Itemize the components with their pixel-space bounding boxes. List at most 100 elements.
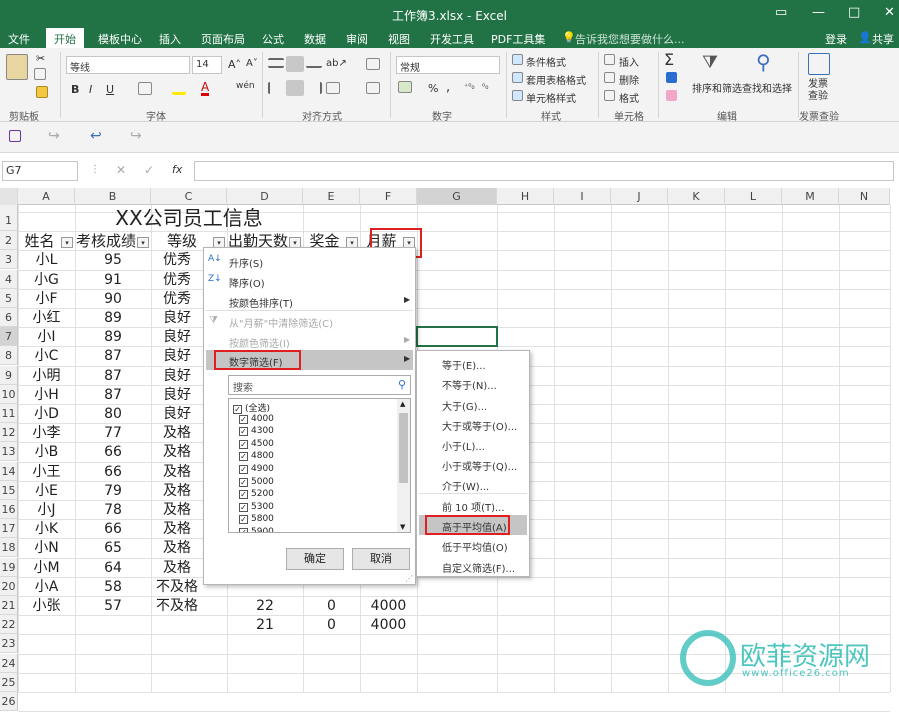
scroll-up-icon[interactable]: ▲	[400, 400, 405, 408]
tab-view[interactable]: 视图	[388, 31, 410, 47]
row-header[interactable]: 17	[0, 519, 18, 538]
cancel-icon[interactable]: ✕	[116, 163, 126, 177]
submenu-item-greater[interactable]: 大于(G)...	[442, 398, 487, 413]
submenu-item-less-equal[interactable]: 小于或等于(Q)...	[442, 458, 517, 473]
grade-cell[interactable]: 及格	[151, 520, 203, 539]
active-cell-g7[interactable]	[416, 326, 498, 347]
tell-me-search[interactable]: 告诉我您想要做什么...	[575, 31, 685, 47]
filter-checkbox-item[interactable]: ✓ 4800	[239, 451, 274, 462]
name-box[interactable]: G7	[2, 161, 78, 181]
grade-cell[interactable]: 及格	[151, 539, 203, 558]
delete-cells-button[interactable]: 删除	[619, 72, 639, 87]
column-header[interactable]: B	[75, 188, 151, 205]
score-cell[interactable]: 77	[75, 424, 151, 443]
number-format-select[interactable]: 常规	[396, 56, 500, 74]
column-header[interactable]: H	[497, 188, 554, 205]
row-header[interactable]: 1	[0, 205, 18, 231]
undo-icon[interactable]: ↩	[90, 128, 102, 144]
score-cell[interactable]: 87	[75, 386, 151, 405]
tab-formulas[interactable]: 公式	[262, 31, 284, 47]
name-cell[interactable]: 小M	[18, 559, 75, 578]
header-cell[interactable]: 考核成绩	[75, 232, 137, 251]
score-cell[interactable]: 58	[75, 578, 151, 597]
column-header[interactable]: G	[417, 188, 497, 205]
checkbox-icon[interactable]: ✓	[239, 490, 248, 500]
score-cell[interactable]: 65	[75, 539, 151, 558]
bonus-cell[interactable]: 0	[303, 597, 360, 616]
close-button[interactable]: ✕	[884, 5, 895, 20]
row-header[interactable]: 18	[0, 538, 18, 557]
row-header[interactable]: 23	[0, 634, 18, 653]
percent-button[interactable]: %	[428, 82, 438, 95]
filter-search-box[interactable]: 搜索 ⚲	[228, 375, 411, 395]
score-cell[interactable]: 57	[75, 597, 151, 616]
days-cell[interactable]: 21	[227, 616, 303, 635]
column-header[interactable]: N	[839, 188, 890, 205]
name-cell[interactable]: 小E	[18, 482, 75, 501]
name-cell[interactable]: 小K	[18, 520, 75, 539]
name-cell[interactable]: 小J	[18, 501, 75, 520]
format-painter-icon[interactable]	[36, 86, 48, 98]
redo-icon[interactable]: ↪	[130, 128, 142, 144]
row-header[interactable]: 7	[0, 327, 18, 346]
checkbox-icon[interactable]: ✓	[239, 465, 248, 474]
filter-dropdown-button[interactable]: ▾	[137, 237, 149, 248]
grade-cell[interactable]: 及格	[151, 482, 203, 501]
sort-asc-item[interactable]: 升序(S)	[229, 255, 263, 270]
autofilter-dropdown[interactable]: A↓ 升序(S) Z↓ 降序(O) 按颜色排序(T) ▶ ⧩ 从"月薪"中清除筛…	[203, 247, 416, 585]
row-header[interactable]: 13	[0, 442, 18, 461]
tab-data[interactable]: 数据	[304, 31, 326, 47]
grade-cell[interactable]: 及格	[151, 501, 203, 520]
filter-checkbox-item[interactable]: ✓ 5200	[239, 489, 274, 500]
checkbox-icon[interactable]: ✓	[239, 515, 248, 525]
ok-button[interactable]: 确定	[286, 548, 344, 570]
grade-cell[interactable]: 优秀	[151, 251, 203, 270]
autosum-icon[interactable]: Σ	[664, 50, 674, 69]
score-cell[interactable]: 91	[75, 271, 151, 290]
number-filter-submenu[interactable]: 等于(E)... 不等于(N)... 大于(G)... 大于或等于(O)... …	[416, 350, 530, 577]
font-name-select[interactable]: 等线	[66, 56, 190, 74]
submenu-item-below-average[interactable]: 低于平均值(O)	[442, 539, 508, 554]
merge-center-icon[interactable]	[366, 82, 380, 94]
find-select-button[interactable]: 查找和选择	[742, 80, 792, 95]
name-cell[interactable]: 小N	[18, 539, 75, 558]
score-cell[interactable]: 66	[75, 520, 151, 539]
salary-cell[interactable]: 4000	[360, 616, 417, 635]
row-header[interactable]: 2	[0, 231, 18, 250]
grade-cell[interactable]: 良好	[151, 309, 203, 328]
shrink-font-icon[interactable]: A˅	[246, 58, 258, 69]
tab-file[interactable]: 文件	[8, 31, 30, 47]
tab-template[interactable]: 模板中心	[98, 31, 142, 47]
column-header[interactable]: D	[227, 188, 303, 205]
save-icon[interactable]	[9, 130, 21, 142]
align-middle-icon[interactable]	[286, 56, 304, 72]
days-cell[interactable]: 22	[227, 597, 303, 616]
decrease-decimal-icon[interactable]: ⁰₀	[482, 82, 488, 91]
filter-checkbox-item[interactable]: ✓ 5900	[239, 527, 274, 532]
filter-checkbox-item[interactable]: ✓ 4500	[239, 439, 274, 449]
submenu-item-top10[interactable]: 前 10 项(T)...	[442, 499, 505, 514]
grade-cell[interactable]: 良好	[151, 328, 203, 347]
tab-home[interactable]: 开始	[46, 28, 84, 48]
comma-button[interactable]: ,	[446, 80, 450, 95]
name-cell[interactable]: 小李	[18, 424, 75, 443]
enter-icon[interactable]: ✓	[144, 163, 154, 177]
score-cell[interactable]: 66	[75, 443, 151, 462]
format-cells-button[interactable]: 格式	[619, 90, 639, 105]
row-header[interactable]: 26	[0, 692, 18, 711]
score-cell[interactable]: 89	[75, 309, 151, 328]
score-cell[interactable]: 78	[75, 501, 151, 520]
sort-filter-button[interactable]: 排序和筛选	[692, 80, 742, 95]
name-cell[interactable]: 小L	[18, 251, 75, 270]
grade-cell[interactable]: 良好	[151, 386, 203, 405]
invoice-check-button[interactable]: 发票查验	[808, 79, 830, 103]
row-header[interactable]: 9	[0, 366, 18, 385]
grade-cell[interactable]: 不及格	[151, 597, 203, 616]
grade-cell[interactable]: 良好	[151, 347, 203, 366]
grade-cell[interactable]: 及格	[151, 443, 203, 462]
grade-cell[interactable]: 及格	[151, 559, 203, 578]
bold-button[interactable]: B	[71, 83, 79, 96]
cancel-button[interactable]: 取消	[352, 548, 410, 570]
row-header[interactable]: 4	[0, 270, 18, 289]
filter-checkbox-item[interactable]: ✓ 4300	[239, 426, 274, 437]
